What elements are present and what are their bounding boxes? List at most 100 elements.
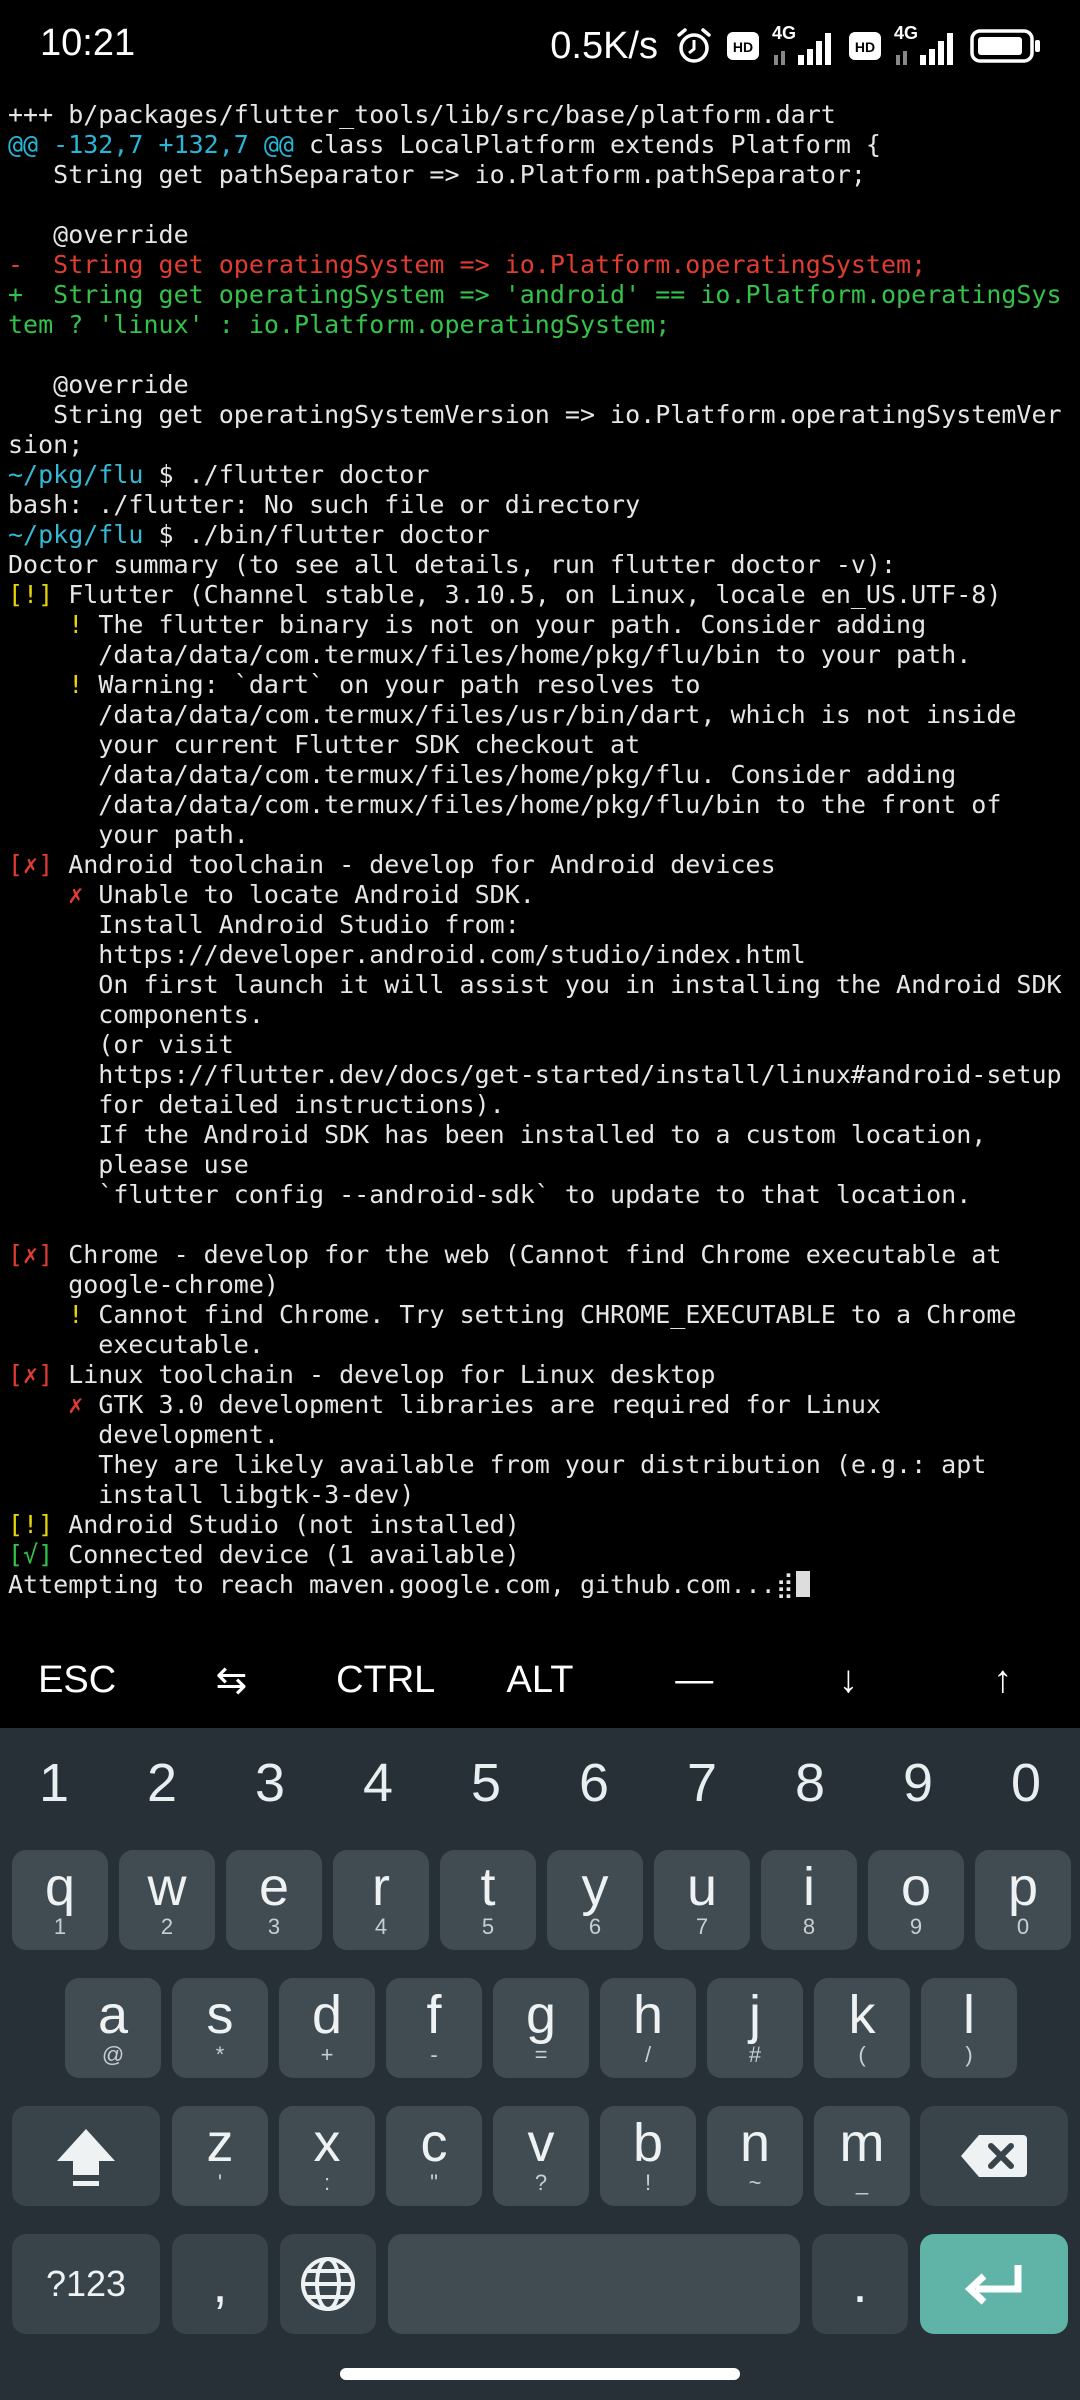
key-z[interactable]: z ' bbox=[172, 2106, 268, 2206]
key-c[interactable]: c " bbox=[386, 2106, 482, 2206]
status-icons: 0.5K/s HD 4G HD 4G bbox=[550, 18, 1042, 74]
signal-strength-icon: 4G bbox=[772, 23, 836, 67]
number-key-7[interactable]: 7 bbox=[648, 1728, 756, 1838]
number-key-3[interactable]: 3 bbox=[216, 1728, 324, 1838]
key-o[interactable]: o9 bbox=[868, 1850, 964, 1950]
terminal-text-segment: Android toolchain - develop for Android … bbox=[53, 850, 776, 879]
key-secondary-label: ( bbox=[858, 2042, 866, 2067]
esc-key[interactable]: ESC bbox=[0, 1640, 154, 1720]
comma-key[interactable]: , bbox=[172, 2234, 268, 2334]
key-secondary-label: 6 bbox=[588, 1914, 602, 1939]
key-s[interactable]: s * bbox=[172, 1978, 268, 2078]
key-label: d bbox=[311, 1985, 343, 2045]
status-bar: 10:21 0.5K/s HD 4G HD 4G bbox=[0, 0, 1080, 92]
terminal-text-segment: $ ./flutter doctor bbox=[143, 460, 430, 489]
key-a[interactable]: a @ bbox=[65, 1978, 161, 2078]
terminal-text-segment: They are likely available from your dist… bbox=[8, 1450, 987, 1479]
globe-icon bbox=[301, 2257, 355, 2311]
terminal-line: They are likely available from your dist… bbox=[8, 1450, 1076, 1480]
terminal-line: install libgtk-3-dev) bbox=[8, 1480, 1076, 1510]
period-key[interactable]: . bbox=[812, 2234, 908, 2334]
terminal-text-segment: ! bbox=[68, 610, 84, 639]
terminal-text-segment: sion; bbox=[8, 430, 84, 459]
key-y[interactable]: y6 bbox=[547, 1850, 643, 1950]
enter-key[interactable] bbox=[920, 2234, 1068, 2334]
alt-key[interactable]: ALT bbox=[463, 1640, 617, 1720]
keyboard-row-3: z ' x: c " v? b! n ~ m _ bbox=[0, 2106, 1080, 2210]
terminal-text-segment: + String get operatingSystem => 'android… bbox=[8, 280, 1062, 309]
key-b[interactable]: b! bbox=[600, 2106, 696, 2206]
key-n[interactable]: n ~ bbox=[707, 2106, 803, 2206]
key-secondary-label: = bbox=[534, 2042, 548, 2067]
number-key-6[interactable]: 6 bbox=[540, 1728, 648, 1838]
key-secondary-label: : bbox=[323, 2170, 331, 2195]
terminal-text-segment: components. bbox=[8, 1000, 264, 1029]
key-k[interactable]: k( bbox=[814, 1978, 910, 2078]
key-label: l bbox=[963, 1985, 975, 2045]
number-key-9[interactable]: 9 bbox=[864, 1728, 972, 1838]
number-key-0[interactable]: 0 bbox=[972, 1728, 1080, 1838]
number-key-4[interactable]: 4 bbox=[324, 1728, 432, 1838]
key-p[interactable]: p0 bbox=[975, 1850, 1071, 1950]
key-secondary-label: ! bbox=[644, 2170, 652, 2195]
signal-strength-icon: 4G bbox=[894, 23, 958, 67]
key-w[interactable]: w2 bbox=[119, 1850, 215, 1950]
number-key-8[interactable]: 8 bbox=[756, 1728, 864, 1838]
terminal-line: components. bbox=[8, 1000, 1076, 1030]
key-h[interactable]: h / bbox=[600, 1978, 696, 2078]
arrow-down-key[interactable]: ↓ bbox=[771, 1640, 925, 1720]
arrow-up-key[interactable]: ↑ bbox=[926, 1640, 1080, 1720]
terminal-cursor bbox=[795, 1571, 810, 1597]
terminal-text-segment: Doctor summary (to see all details, run … bbox=[8, 550, 897, 579]
terminal-text-segment: class LocalPlatform extends Platform { bbox=[293, 130, 881, 159]
terminal-output[interactable]: +++ b/packages/flutter_tools/lib/src/bas… bbox=[8, 100, 1076, 1605]
terminal-text-segment: On first launch it will assist you in in… bbox=[8, 970, 1062, 999]
terminal-line: `flutter config --android-sdk` to update… bbox=[8, 1180, 1076, 1210]
key-secondary-label: 3 bbox=[267, 1914, 281, 1939]
key-secondary-label: 7 bbox=[695, 1914, 709, 1939]
tab-key[interactable]: ⇆ bbox=[154, 1640, 308, 1720]
key-f[interactable]: f- bbox=[386, 1978, 482, 2078]
terminal-text-segment: Android Studio (not installed) bbox=[53, 1510, 520, 1539]
key-t[interactable]: t5 bbox=[440, 1850, 536, 1950]
key-q[interactable]: q1 bbox=[12, 1850, 108, 1950]
terminal-text-segment: ✗ bbox=[68, 880, 84, 909]
key-u[interactable]: u7 bbox=[654, 1850, 750, 1950]
number-key-2[interactable]: 2 bbox=[108, 1728, 216, 1838]
key-g[interactable]: g = bbox=[493, 1978, 589, 2078]
terminal-line: ~/pkg/flu $ ./bin/flutter doctor bbox=[8, 520, 1076, 550]
key-l[interactable]: l) bbox=[921, 1978, 1017, 2078]
key-i[interactable]: i8 bbox=[761, 1850, 857, 1950]
backspace-key[interactable] bbox=[920, 2106, 1068, 2206]
terminal-text-segment: tem ? 'linux' : io.Platform.operatingSys… bbox=[8, 310, 671, 339]
space-key[interactable] bbox=[388, 2234, 800, 2334]
key-r[interactable]: r4 bbox=[333, 1850, 429, 1950]
gesture-nav-handle[interactable] bbox=[340, 2368, 740, 2380]
number-key-5[interactable]: 5 bbox=[432, 1728, 540, 1838]
shift-key[interactable] bbox=[12, 2106, 160, 2206]
language-key[interactable] bbox=[280, 2234, 376, 2334]
terminal-line: Doctor summary (to see all details, run … bbox=[8, 550, 1076, 580]
ctrl-key[interactable]: CTRL bbox=[309, 1640, 463, 1720]
terminal-line: @override bbox=[8, 220, 1076, 250]
key-secondary-label: * bbox=[215, 2042, 225, 2067]
key-x[interactable]: x: bbox=[279, 2106, 375, 2206]
key-d[interactable]: d + bbox=[279, 1978, 375, 2078]
terminal-line: [✗] Chrome - develop for the web (Cannot… bbox=[8, 1240, 1076, 1270]
key-e[interactable]: e3 bbox=[226, 1850, 322, 1950]
key-v[interactable]: v? bbox=[493, 2106, 589, 2206]
key-j[interactable]: j # bbox=[707, 1978, 803, 2078]
alarm-icon bbox=[674, 26, 714, 66]
symbols-key[interactable]: ?123 bbox=[12, 2234, 160, 2334]
number-key-1[interactable]: 1 bbox=[0, 1728, 108, 1838]
key-m[interactable]: m _ bbox=[814, 2106, 910, 2206]
terminal-line: @override bbox=[8, 370, 1076, 400]
terminal-line: google-chrome) bbox=[8, 1270, 1076, 1300]
terminal-text-segment: for detailed instructions). bbox=[8, 1090, 505, 1119]
dash-key[interactable]: — bbox=[617, 1640, 771, 1720]
terminal-text-segment: @@ -132,7 +132,7 @@ bbox=[8, 130, 294, 159]
terminal-line: ✗ GTK 3.0 development libraries are requ… bbox=[8, 1390, 1076, 1420]
terminal-text-segment: Connected device (1 available) bbox=[53, 1540, 520, 1569]
